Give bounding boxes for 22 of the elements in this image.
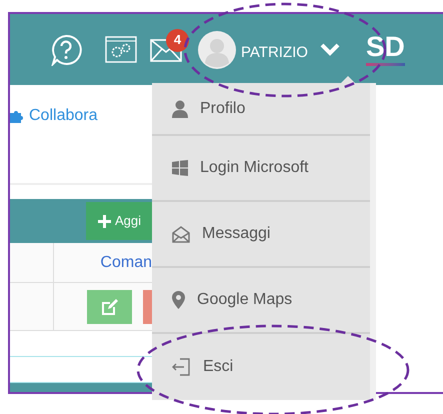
exit-icon bbox=[172, 358, 191, 376]
help-icon[interactable] bbox=[50, 34, 82, 66]
chevron-down-icon bbox=[320, 43, 340, 56]
collabora-link[interactable]: Collabora bbox=[10, 104, 98, 128]
edit-button[interactable] bbox=[87, 290, 132, 324]
person-icon bbox=[172, 100, 188, 118]
column-header: Coman bbox=[99, 252, 152, 272]
map-pin-icon bbox=[172, 291, 185, 309]
avatar-icon bbox=[198, 30, 236, 68]
add-button[interactable]: Aggi bbox=[86, 202, 152, 240]
menu-item[interactable]: Login Microsoft bbox=[152, 136, 370, 202]
puzzle-icon bbox=[10, 109, 24, 123]
settings-window-icon[interactable] bbox=[105, 36, 137, 63]
menu-item[interactable]: Google Maps bbox=[152, 268, 370, 334]
edit-icon bbox=[100, 298, 118, 316]
mail-icon[interactable] bbox=[150, 36, 182, 62]
open-envelope-icon bbox=[172, 226, 190, 242]
windows-icon bbox=[172, 160, 188, 176]
notification-badge: 4 bbox=[166, 28, 189, 52]
menu-item[interactable]: Profilo bbox=[152, 83, 370, 136]
menu-item[interactable]: Messaggi bbox=[152, 202, 370, 268]
plus-icon bbox=[98, 214, 111, 228]
